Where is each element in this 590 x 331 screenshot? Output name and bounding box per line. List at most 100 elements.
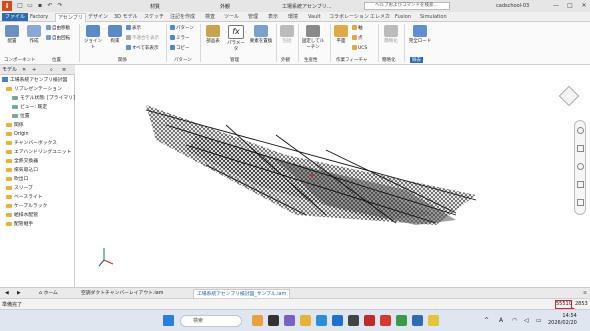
tree-item[interactable]: 全熱交換器 (6, 158, 38, 166)
copy-button[interactable]: コピー (170, 45, 190, 52)
create-button[interactable]: 作成 (24, 25, 44, 44)
tree-item[interactable]: エアハンドリングユニット (6, 149, 71, 157)
show-sick-button[interactable]: 不適合を表示 (126, 35, 159, 42)
undo-icon[interactable]: ↶ (46, 2, 54, 10)
tab-sketch[interactable]: スケッチ (142, 13, 166, 21)
explorer-icon[interactable] (300, 315, 311, 326)
tab-assemble[interactable]: アセンブリ (55, 13, 86, 22)
plane-button[interactable]: 平面 (332, 25, 350, 44)
tab-tools[interactable]: ツール (222, 13, 241, 21)
parameters-button[interactable]: fx パラメータ (225, 25, 247, 52)
constrain-button[interactable]: 拘束 (106, 25, 124, 44)
tree-item[interactable]: モデル状態: [プライマリ] (12, 95, 75, 103)
minimize-icon[interactable]: — (552, 2, 560, 10)
pan-icon[interactable] (577, 145, 584, 152)
simplify-button[interactable]: 簡略化 (380, 25, 402, 44)
tab-view[interactable]: 表示 (266, 13, 280, 21)
clock[interactable]: 14:54 2026/02/20 (548, 313, 577, 327)
tree-item[interactable]: ケーブルラック (6, 203, 47, 211)
pattern-button[interactable]: パターン (170, 25, 194, 32)
tree-item[interactable]: リプレゼンテーション (6, 86, 62, 94)
task-view-icon[interactable] (268, 315, 279, 326)
tab-environments[interactable]: 環境 (286, 13, 300, 21)
tree-item[interactable]: 吹出口 (6, 176, 28, 184)
graphics-viewport[interactable] (76, 65, 590, 287)
tab-3d-model[interactable]: 3D モデル (112, 13, 140, 21)
start-icon[interactable] (163, 315, 174, 326)
tree-root[interactable]: 工場系統アセンブリ検討図 (2, 77, 67, 85)
mirror-button[interactable]: ミラー (170, 35, 190, 42)
hide-all-button[interactable]: すべて非表示 (126, 45, 159, 52)
productivity-button[interactable]: 固定してルーチン (300, 25, 326, 50)
user-account[interactable]: cadschool-03 (496, 3, 529, 9)
tab-simulation[interactable]: Simulation (418, 13, 449, 21)
new-icon[interactable]: □ (16, 2, 24, 10)
tab-document-1[interactable]: 空調ダクトチャンバーレイアウト.iam (78, 289, 166, 298)
tree-item[interactable]: スリーブ (6, 185, 33, 193)
place-button[interactable]: 配置 (2, 25, 22, 44)
wifi-icon[interactable]: ◠ (512, 317, 517, 324)
battery-icon[interactable]: ▭ (536, 317, 542, 324)
tab-home[interactable]: ⌂ ホーム (36, 289, 61, 298)
add-panel-icon[interactable]: + (32, 65, 36, 75)
orbit-icon[interactable] (577, 181, 584, 188)
close-panel-icon[interactable]: ✕ (22, 65, 26, 75)
point-button[interactable]: 点 (352, 35, 363, 42)
tree-item[interactable]: Origin (6, 131, 29, 139)
tab-file[interactable]: ファイル (2, 13, 28, 21)
browser-search-icon[interactable]: ⌕ (50, 65, 53, 75)
menu-icon[interactable]: ≡ (62, 65, 66, 75)
tab-menu-icon[interactable]: ≡ (580, 289, 590, 298)
tree-item[interactable]: 排気吸込口 (6, 167, 38, 175)
maximize-icon[interactable]: □ (566, 2, 574, 10)
store-icon[interactable] (348, 315, 359, 326)
tab-nav-left-icon[interactable]: ◀ (2, 289, 12, 298)
app-icon[interactable] (428, 315, 439, 326)
teams-icon[interactable] (284, 315, 295, 326)
acrobat-icon[interactable] (380, 315, 391, 326)
close-icon[interactable]: ✕ (580, 2, 588, 10)
tree-item[interactable]: ビュー: 既定 (12, 104, 47, 112)
tab-manage[interactable]: 管理 (246, 13, 260, 21)
shrinkwrap-button[interactable]: 包括 (278, 25, 296, 44)
free-rotate-button[interactable]: 自由回転 (46, 35, 70, 42)
steering-wheel-icon[interactable] (577, 127, 584, 134)
joint-button[interactable]: ジョイント (82, 25, 104, 50)
outlook-icon[interactable] (332, 315, 343, 326)
save-icon[interactable]: ▪ (36, 2, 44, 10)
ime-indicator[interactable]: A (499, 317, 503, 324)
axis-button[interactable]: 軸 (352, 25, 363, 32)
tab-factory[interactable]: Factory (28, 13, 50, 21)
inventor-icon[interactable] (364, 315, 375, 326)
bom-button[interactable]: 部品表 (202, 25, 224, 44)
tab-nav-right-icon[interactable]: ▶ (14, 289, 24, 298)
tab-collaborate[interactable]: コラボレーション (327, 13, 371, 21)
look-at-icon[interactable] (577, 199, 584, 206)
volume-icon[interactable]: ◁ (524, 317, 529, 324)
load-full-button[interactable]: 完全ロード (406, 25, 434, 44)
open-icon[interactable]: ▭ (26, 2, 34, 10)
app-logo[interactable]: I (2, 1, 12, 11)
tab-design[interactable]: デザイン (86, 13, 110, 21)
material-dropdown[interactable]: 材質 (150, 3, 160, 10)
tab-mechatro[interactable]: エレメカ (368, 13, 392, 21)
tree-item[interactable]: 位置 (12, 113, 30, 121)
taskbar-search[interactable]: 検索 (180, 315, 242, 327)
tree-item[interactable]: チャンバーボックス (6, 140, 57, 148)
ucs-button[interactable]: UCS (352, 45, 367, 52)
tray-chevron-icon[interactable]: ^ (484, 317, 489, 324)
tab-annotate[interactable]: 注記を作成 (168, 13, 197, 21)
tab-inspect[interactable]: 検査 (203, 13, 217, 21)
tab-fusion[interactable]: Fusion (393, 13, 413, 21)
replace-button[interactable]: 要素を置換 (248, 25, 274, 44)
word-icon[interactable] (412, 315, 423, 326)
zoom-icon[interactable] (577, 163, 584, 170)
tree-item[interactable]: 給排水配管 (6, 212, 38, 220)
tree-item[interactable]: 関係 (6, 122, 24, 130)
chrome-icon[interactable] (396, 315, 407, 326)
edge-icon[interactable] (316, 315, 327, 326)
appearance-dropdown[interactable]: 外観 (220, 3, 230, 10)
redo-icon[interactable]: ↷ (56, 2, 64, 10)
widget-icon[interactable] (252, 315, 263, 326)
show-button[interactable]: 表示 (126, 25, 141, 32)
